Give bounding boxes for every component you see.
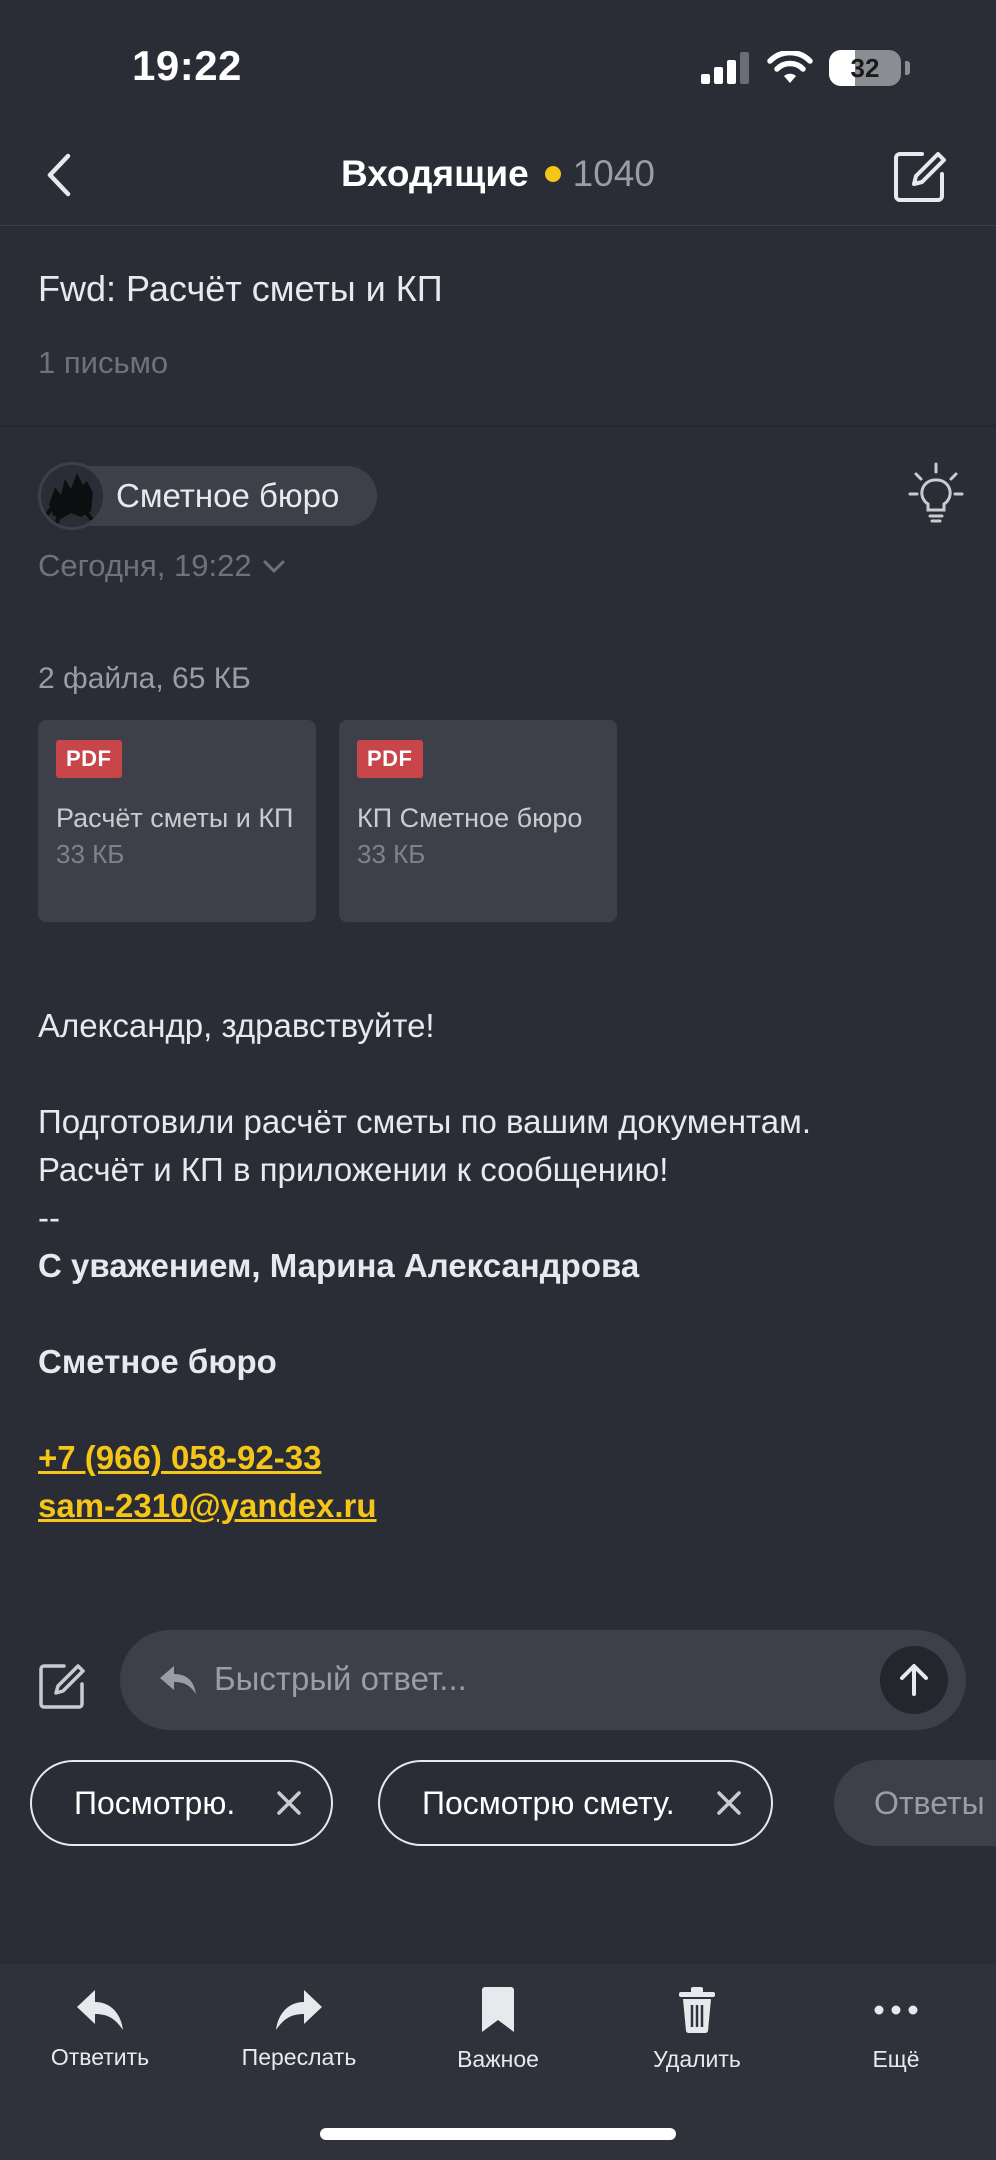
attachment-name: Расчёт сметы и КП xyxy=(56,803,294,833)
nav-title[interactable]: Входящие 1040 xyxy=(0,153,996,195)
suggestion-chip[interactable]: Посмотрю. xyxy=(30,1760,334,1846)
sender-name: Сметное бюро xyxy=(116,477,340,514)
home-indicator xyxy=(320,2128,676,2140)
attachment-size: 33 КБ xyxy=(56,839,125,869)
quick-reply-placeholder: Быстрый ответ... xyxy=(214,1660,467,1697)
divider xyxy=(0,425,996,427)
status-time: 19:22 xyxy=(132,42,242,89)
wifi-icon xyxy=(767,51,813,83)
forward-icon xyxy=(276,1990,322,2030)
avatar[interactable] xyxy=(38,462,106,530)
body-line: Расчёт и КП в приложении к сообщению! xyxy=(38,1151,669,1188)
unread-count: 1040 xyxy=(572,153,655,194)
body-line: Подготовили расчёт сметы по вашим докуме… xyxy=(38,1103,812,1140)
email-link[interactable]: sam-2310@yandex.ru xyxy=(38,1482,978,1530)
message-body: Александр, здравствуйте! Подготовили рас… xyxy=(38,1002,978,1530)
forward-button[interactable]: Переслать xyxy=(219,1986,379,2071)
delete-button[interactable]: Удалить xyxy=(617,1986,777,2073)
reply-button[interactable]: Ответить xyxy=(20,1986,180,2071)
reply-icon xyxy=(160,1666,196,1694)
pdf-badge: PDF xyxy=(357,740,423,778)
attachment-size: 33 КБ xyxy=(357,839,426,869)
delete-label: Удалить xyxy=(653,2046,741,2072)
trash-icon xyxy=(679,1987,715,2034)
status-icons: 32 xyxy=(701,50,910,86)
forward-label: Переслать xyxy=(241,2044,357,2070)
message-date[interactable]: Сегодня, 19:22 xyxy=(38,548,286,584)
lightbulb-icon[interactable] xyxy=(908,462,964,528)
suggestion-text: Ответы xyxy=(874,1784,985,1821)
unread-dot xyxy=(544,166,561,183)
more-suggestions-chip[interactable]: Ответы xyxy=(834,1760,996,1846)
attachment-card[interactable]: PDF Расчёт сметы и КП 33 КБ xyxy=(38,720,316,922)
arrow-up-icon xyxy=(900,1664,928,1696)
avatar-image xyxy=(41,465,103,527)
company-name: Сметное бюро xyxy=(38,1343,277,1380)
attachment-card[interactable]: PDF КП Сметное бюро 33 КБ xyxy=(339,720,617,922)
more-icon xyxy=(874,2005,918,2015)
reply-label: Ответить xyxy=(50,2044,150,2070)
compose-icon[interactable] xyxy=(892,148,948,204)
more-button[interactable]: Ещё xyxy=(816,1986,976,2073)
folder-name: Входящие xyxy=(341,153,529,194)
nav-bar: Входящие 1040 xyxy=(0,120,996,226)
chevron-down-icon xyxy=(263,560,285,573)
close-icon[interactable] xyxy=(275,1789,303,1817)
bookmark-icon xyxy=(482,1987,514,2032)
send-button[interactable] xyxy=(880,1646,948,1714)
battery-icon: 32 xyxy=(829,50,901,86)
thread-count: 1 письмо xyxy=(38,345,169,380)
attachment-name: КП Сметное бюро xyxy=(357,803,583,833)
important-label: Важное xyxy=(457,2046,539,2072)
suggestion-chip[interactable]: Посмотрю смету. xyxy=(378,1760,773,1846)
quick-reply-box[interactable]: Быстрый ответ... xyxy=(120,1630,966,1730)
thread-subject: Fwd: Расчёт сметы и КП xyxy=(38,268,443,309)
signature-separator: -- xyxy=(38,1199,60,1236)
pdf-badge: PDF xyxy=(56,740,122,778)
more-label: Ещё xyxy=(872,2046,920,2072)
signal-icon xyxy=(701,52,749,84)
signature: С уважением, Марина Александрова xyxy=(38,1247,640,1284)
reply-icon xyxy=(77,1990,123,2030)
close-icon[interactable] xyxy=(715,1789,743,1817)
date-text: Сегодня, 19:22 xyxy=(38,548,252,583)
edit-icon[interactable] xyxy=(38,1662,86,1710)
battery-level: 32 xyxy=(850,52,880,83)
attachments-summary: 2 файла, 65 КБ xyxy=(38,662,251,695)
suggestion-text: Посмотрю. xyxy=(74,1784,236,1821)
suggestion-text: Посмотрю смету. xyxy=(422,1784,675,1821)
greeting: Александр, здравствуйте! xyxy=(38,1007,435,1044)
phone-link[interactable]: +7 (966) 058-92-33 xyxy=(38,1434,978,1482)
important-button[interactable]: Важное xyxy=(418,1986,578,2073)
